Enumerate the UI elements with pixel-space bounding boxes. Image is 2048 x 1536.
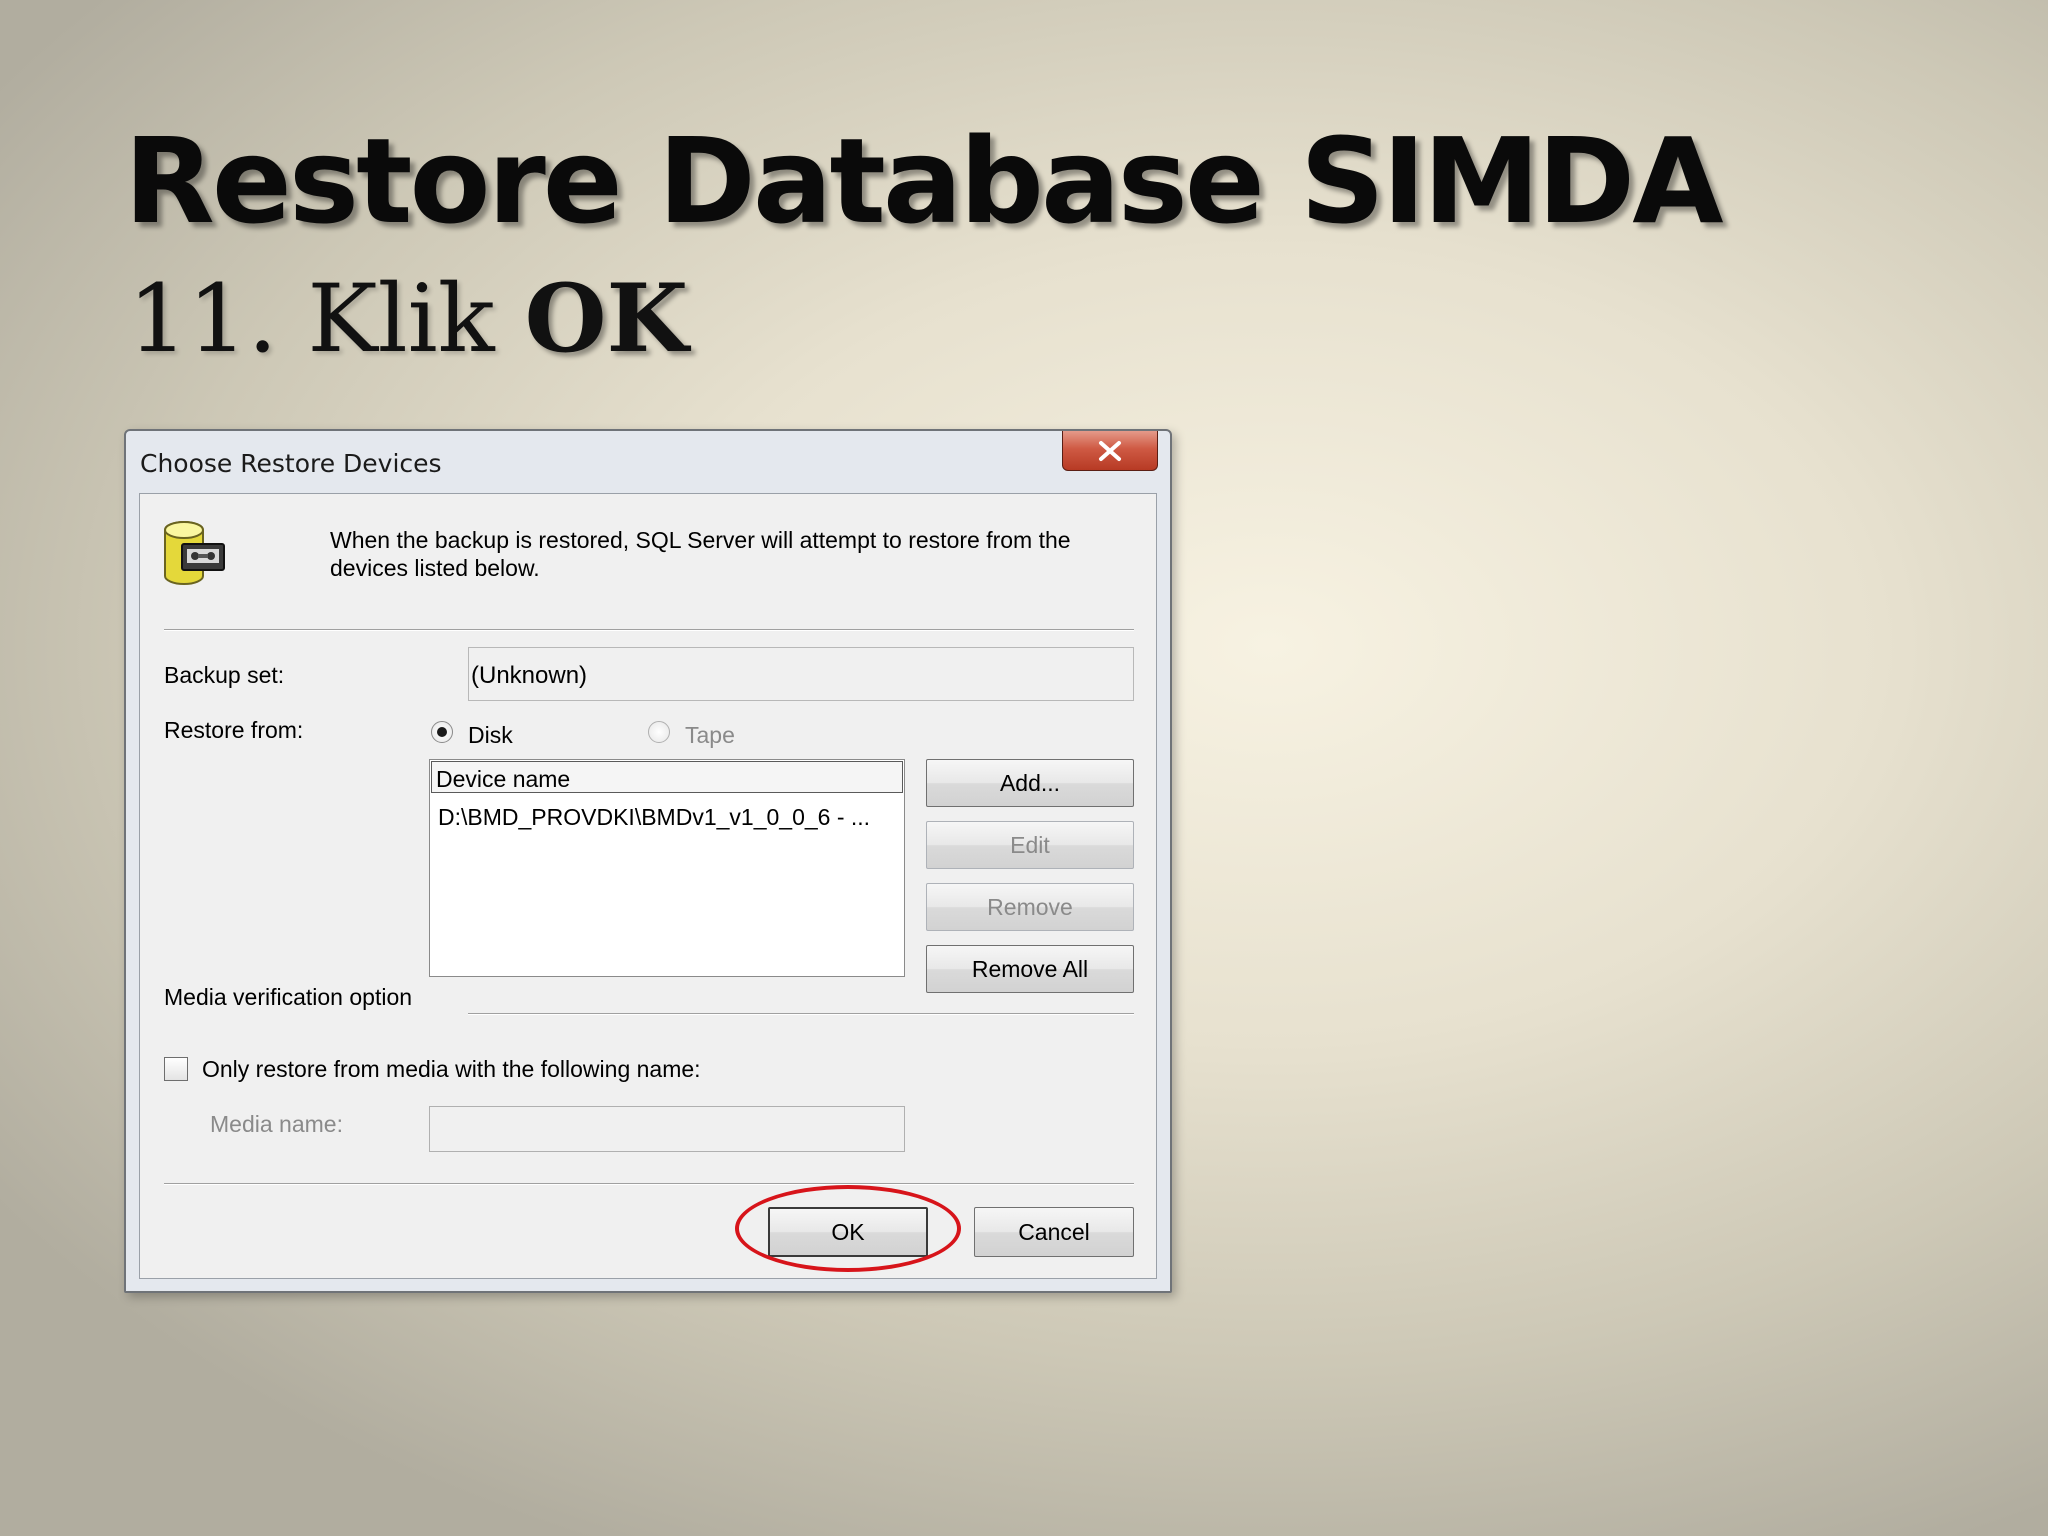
backup-set-label: Backup set: (164, 662, 285, 688)
close-icon (1099, 440, 1121, 461)
device-list-item[interactable]: D:\BMD_PROVDKI\BMDv1_v1_0_0_6 - ... (438, 804, 870, 831)
database-tape-icon (164, 521, 225, 585)
step-action: OK (524, 264, 689, 374)
remove-button[interactable]: Remove (926, 883, 1134, 931)
dialog-info-text: When the backup is restored, SQL Server … (330, 527, 1071, 581)
add-button[interactable]: Add... (926, 759, 1134, 807)
ok-button[interactable]: OK (768, 1207, 928, 1257)
disk-radio-label[interactable]: Disk (468, 722, 513, 749)
edit-button[interactable]: Edit (926, 821, 1134, 869)
remove-all-button[interactable]: Remove All (926, 945, 1134, 993)
backup-set-field: (Unknown) (468, 647, 1134, 701)
media-name-input[interactable] (429, 1106, 905, 1152)
only-restore-label[interactable]: Only restore from media with the followi… (202, 1056, 701, 1083)
tape-radio[interactable] (648, 721, 670, 743)
dialog-title: Choose Restore Devices (140, 449, 442, 478)
separator (164, 629, 1134, 631)
slide-step-instruction: 11. Klik OK (128, 272, 688, 367)
device-list[interactable]: Device name D:\BMD_PROVDKI\BMDv1_v1_0_0_… (429, 759, 905, 977)
media-verification-label: Media verification option (164, 984, 413, 1010)
media-verification-separator (468, 1013, 1134, 1015)
choose-restore-devices-dialog: Choose Restore Devices When the backup i… (124, 429, 1172, 1293)
restore-from-label: Restore from: (164, 717, 304, 743)
footer-separator (164, 1183, 1134, 1185)
close-button[interactable] (1062, 431, 1158, 471)
device-name-column-header[interactable]: Device name (431, 761, 903, 793)
cancel-button[interactable]: Cancel (974, 1207, 1134, 1257)
disk-radio[interactable] (431, 721, 453, 743)
dialog-body: When the backup is restored, SQL Server … (139, 493, 1157, 1279)
media-name-label: Media name: (210, 1111, 343, 1137)
slide-title: Restore Database SIMDA (124, 112, 1724, 250)
only-restore-checkbox[interactable] (164, 1057, 188, 1081)
tape-radio-label: Tape (685, 722, 735, 748)
step-text: 11. Klik (128, 265, 525, 374)
